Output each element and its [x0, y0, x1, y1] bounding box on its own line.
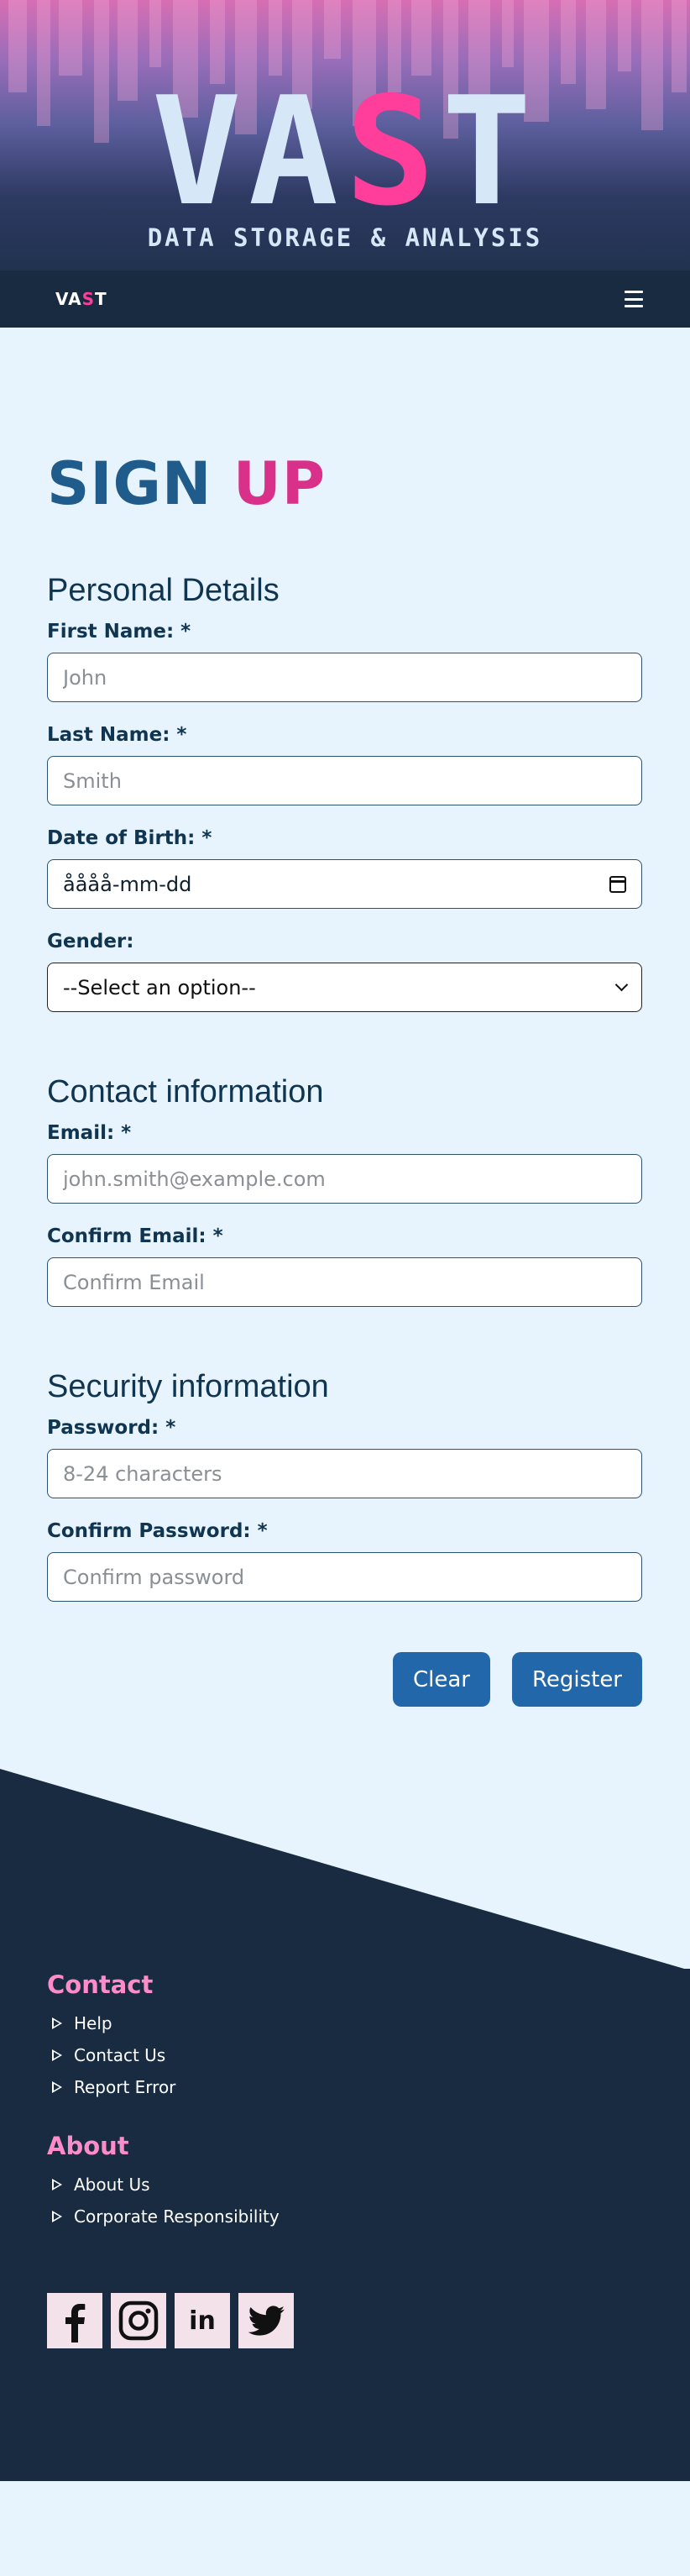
footer-heading-contact: Contact	[47, 1970, 154, 1999]
triangle-right-icon	[52, 2211, 62, 2222]
hamburger-line	[625, 297, 643, 301]
facebook-glyph	[65, 2304, 86, 2343]
hero-logo: VAST	[0, 77, 690, 227]
footer-link-label: Corporate Responsibility	[74, 2206, 280, 2227]
triangle-right-icon	[52, 2081, 62, 2093]
nav-brand-part: T	[95, 289, 107, 309]
social-links: in	[47, 2293, 643, 2348]
triangle-right-icon	[52, 2017, 62, 2029]
footer-heading-about: About	[47, 2132, 129, 2160]
page-title-accent: UP	[233, 449, 327, 518]
twitter-glyph	[248, 2306, 285, 2336]
password-label: Password: *	[47, 1417, 176, 1439]
hamburger-line	[625, 305, 643, 307]
password-input[interactable]	[47, 1449, 642, 1498]
confirm-password-label: Confirm Password: *	[47, 1520, 268, 1542]
hero-logo-part: VA	[151, 65, 345, 239]
footer: Contact Help Contact Us Report Error Abo…	[0, 1969, 690, 2481]
triangle-right-icon	[52, 2049, 62, 2061]
dob-group: Date of Birth: * åååå-mm-dd	[47, 827, 642, 909]
section-heading-contact: Contact information	[47, 1074, 324, 1110]
footer-link-corporate-responsibility[interactable]: Corporate Responsibility	[47, 2201, 643, 2232]
dob-value: åååå-mm-dd	[63, 872, 192, 896]
footer-link-label: Help	[74, 2013, 112, 2033]
instagram-glyph	[118, 2301, 159, 2341]
footer-link-contact-us[interactable]: Contact Us	[47, 2039, 643, 2071]
confirm-password-group: Confirm Password: *	[47, 1520, 642, 1602]
dob-input[interactable]: åååå-mm-dd	[47, 859, 642, 909]
section-heading-security: Security information	[47, 1369, 329, 1404]
navbar: VAST	[0, 270, 690, 328]
footer-link-help[interactable]: Help	[47, 2007, 643, 2039]
gender-selected-value: --Select an option--	[63, 975, 256, 999]
hero-subtitle: DATA STORAGE & ANALYSIS	[147, 223, 543, 252]
hero-logo-accent: S	[345, 65, 442, 239]
hamburger-icon[interactable]	[625, 291, 643, 307]
hero-logo-part: T	[442, 65, 539, 239]
facebook-icon[interactable]	[47, 2293, 102, 2348]
gender-label: Gender:	[47, 931, 134, 952]
dob-label: Date of Birth: *	[47, 827, 212, 849]
page-title-main: SIGN	[47, 449, 212, 518]
linkedin-text: in	[189, 2306, 216, 2336]
confirm-email-input[interactable]	[47, 1257, 642, 1307]
first-name-input[interactable]	[47, 653, 642, 702]
signup-form: SIGN UP Personal Details First Name: * L…	[0, 328, 690, 1707]
twitter-icon[interactable]	[238, 2293, 294, 2348]
last-name-label: Last Name: *	[47, 724, 187, 746]
footer-link-label: Report Error	[74, 2077, 176, 2097]
gender-select[interactable]: --Select an option--	[47, 963, 642, 1012]
confirm-email-label: Confirm Email: *	[47, 1225, 223, 1247]
confirm-password-input[interactable]	[47, 1552, 642, 1602]
footer-link-about-us[interactable]: About Us	[47, 2169, 643, 2201]
password-group: Password: *	[47, 1417, 642, 1498]
nav-brand-part: VA	[55, 289, 82, 309]
register-button[interactable]: Register	[511, 1652, 642, 1707]
first-name-label: First Name: *	[47, 621, 191, 643]
footer-link-report-error[interactable]: Report Error	[47, 2071, 643, 2103]
footer-slant-divider	[0, 1769, 690, 1970]
page-title: SIGN UP	[47, 450, 642, 517]
footer-link-label: About Us	[74, 2175, 150, 2195]
instagram-icon[interactable]	[111, 2293, 166, 2348]
calendar-icon[interactable]	[609, 875, 626, 893]
chevron-down-icon	[614, 978, 629, 992]
last-name-group: Last Name: *	[47, 724, 642, 805]
hamburger-line	[625, 291, 643, 293]
first-name-group: First Name: *	[47, 621, 642, 702]
clear-button[interactable]: Clear	[392, 1652, 490, 1707]
confirm-email-group: Confirm Email: *	[47, 1225, 642, 1307]
form-actions: Clear Register	[47, 1652, 642, 1707]
email-label: Email: *	[47, 1122, 132, 1144]
section-heading-personal: Personal Details	[47, 573, 280, 608]
linkedin-icon[interactable]: in	[175, 2293, 230, 2348]
linkedin-glyph: in	[189, 2306, 216, 2336]
footer-link-label: Contact Us	[74, 2045, 166, 2065]
gender-group: Gender: --Select an option--	[47, 931, 642, 1012]
nav-brand-link[interactable]: VAST	[55, 289, 107, 309]
footer-section: Contact Help Contact Us Report Error Abo…	[0, 1769, 690, 2481]
email-input[interactable]	[47, 1154, 642, 1204]
triangle-right-icon	[52, 2179, 62, 2190]
last-name-input[interactable]	[47, 756, 642, 805]
email-group: Email: *	[47, 1122, 642, 1204]
nav-brand-accent: S	[81, 289, 96, 309]
